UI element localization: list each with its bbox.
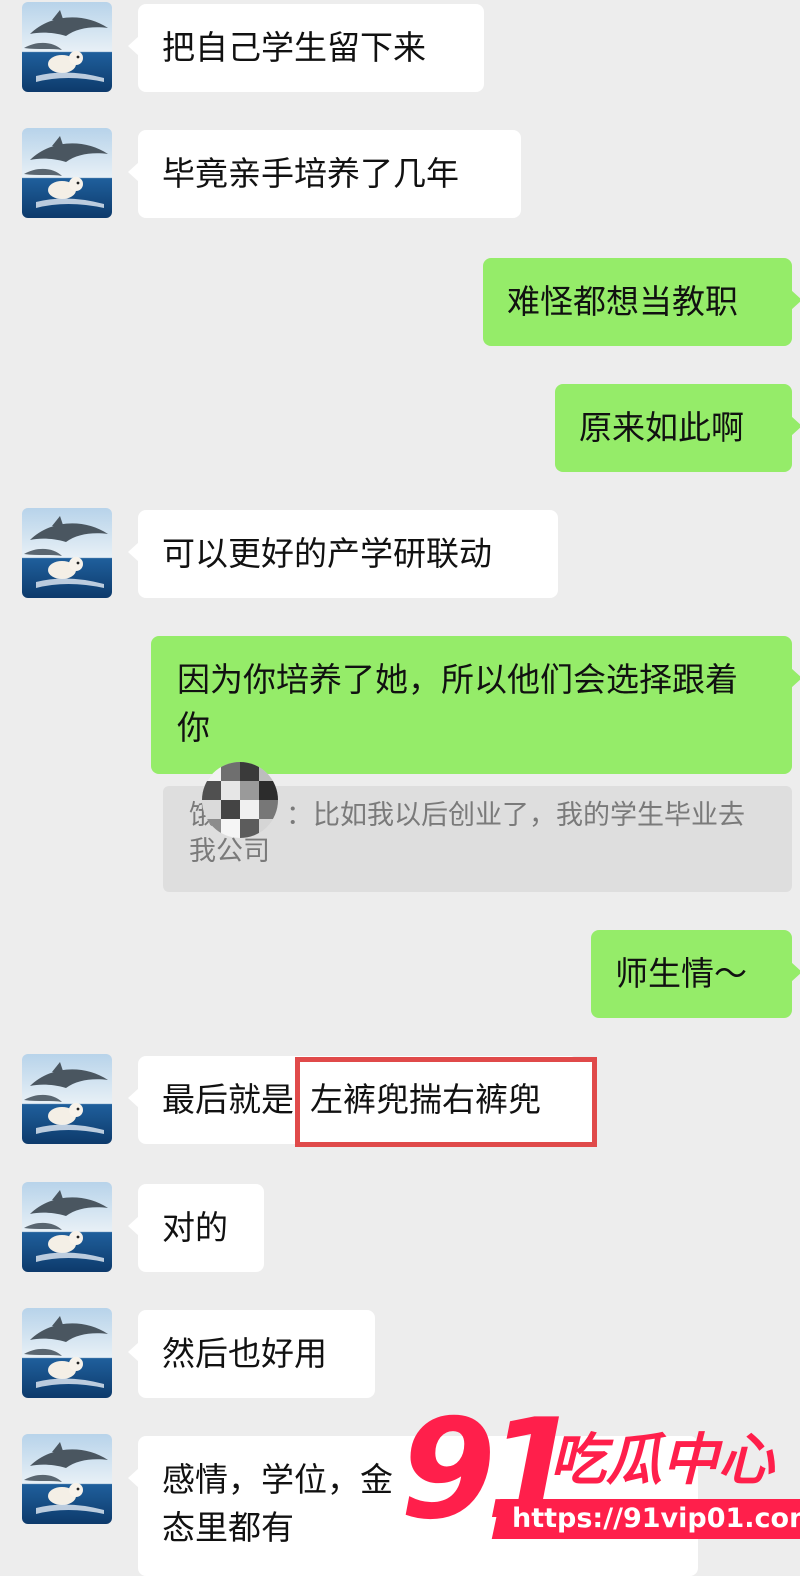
incoming-message-bubble[interactable]: 可以更好的产学研联动 [128, 510, 558, 598]
contact-avatar[interactable] [22, 1308, 112, 1398]
quoted-sender-separator: ： [286, 800, 313, 831]
contact-avatar[interactable] [22, 2, 112, 92]
site-watermark: 91 吃瓜中心 https://91vip01.com [400, 1395, 800, 1549]
mosaic-censor-icon [202, 762, 278, 838]
watermark-title: 吃瓜中心 [550, 1428, 774, 1493]
dolphin-avatar-icon [22, 1434, 112, 1524]
pixelated-avatar [202, 762, 278, 838]
contact-avatar[interactable] [22, 508, 112, 598]
outgoing-message-bubble[interactable]: 因为你培养了她，所以他们会选择跟着你 [151, 636, 800, 774]
dolphin-avatar-icon [22, 128, 112, 218]
contact-avatar[interactable] [22, 1054, 112, 1144]
message-text: 最后就是 [162, 1080, 294, 1119]
watermark-url: https://91vip01.com [491, 1499, 800, 1539]
contact-avatar[interactable] [22, 1182, 112, 1272]
incoming-message-bubble[interactable]: 毕竟亲手培养了几年 [128, 130, 521, 218]
incoming-message-bubble[interactable]: 把自己学生留下来 [128, 4, 484, 92]
dolphin-avatar-icon [22, 1054, 112, 1144]
outgoing-message-bubble[interactable]: 难怪都想当教职 [483, 258, 800, 346]
dolphin-avatar-icon [22, 508, 112, 598]
incoming-message-bubble[interactable]: 然后也好用 [128, 1310, 375, 1398]
highlighted-text: 左裤兜揣右裤兜 [310, 1080, 541, 1119]
contact-avatar[interactable] [22, 1434, 112, 1524]
red-highlight-annotation: 左裤兜揣右裤兜 [295, 1057, 597, 1147]
dolphin-avatar-icon [22, 1308, 112, 1398]
dolphin-avatar-icon [22, 2, 112, 92]
outgoing-message-bubble[interactable]: 师生情～ [591, 930, 800, 1018]
contact-avatar[interactable] [22, 128, 112, 218]
incoming-message-bubble[interactable]: 对的 [128, 1184, 264, 1272]
watermark-url-text: https://91vip01.com [512, 1503, 800, 1534]
dolphin-avatar-icon [22, 1182, 112, 1272]
outgoing-message-bubble[interactable]: 原来如此啊 [555, 384, 800, 472]
